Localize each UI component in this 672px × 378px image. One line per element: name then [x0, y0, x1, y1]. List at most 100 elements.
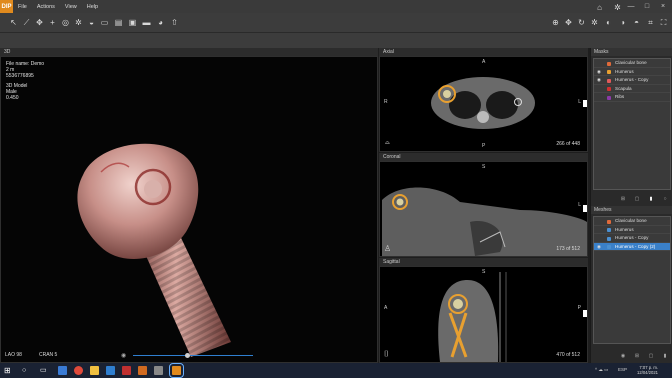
image-icon[interactable]: ▣	[127, 17, 138, 28]
square-icon[interactable]: ▭	[99, 17, 110, 28]
pan-icon[interactable]: ✥	[563, 17, 574, 28]
tray-icons[interactable]: ^ ☁ ▭	[595, 367, 608, 373]
coronal-side-tab[interactable]	[583, 205, 587, 212]
axial-slice-counter: 266 of 448	[556, 141, 580, 147]
mask-item[interactable]: Ribs	[594, 93, 670, 102]
crosshair-icon[interactable]: +	[47, 17, 58, 28]
dip-app-icon[interactable]	[169, 363, 184, 378]
palette-icon[interactable]: ◕	[155, 17, 166, 28]
color-swatch[interactable]	[607, 70, 611, 74]
window-icon[interactable]: ◓	[631, 17, 642, 28]
color-swatch[interactable]	[607, 245, 611, 249]
mesh-item[interactable]: Humerus - Copy	[594, 234, 670, 243]
file-explorer-icon[interactable]	[90, 366, 99, 375]
mesh-duplicate-button[interactable]: ▢	[647, 353, 655, 360]
gear-icon[interactable]: ✲	[589, 17, 600, 28]
circle-icon[interactable]: ◎	[60, 17, 71, 28]
windows-start-icon[interactable]: ⊞	[4, 366, 13, 375]
meshes-header: Meshes	[591, 206, 672, 214]
upload-icon[interactable]: ⇧	[169, 17, 180, 28]
window-icon[interactable]: ◑	[617, 17, 628, 28]
opacity-slider-track[interactable]	[133, 355, 253, 356]
mesh-item[interactable]: Clavicular bone	[594, 217, 670, 226]
duplicate-mask-button[interactable]: ▢	[633, 196, 641, 203]
clock[interactable]: 7:07 p. m. 12/04/2021	[637, 365, 658, 375]
visibility-icon[interactable]: ◉	[597, 69, 601, 75]
sagittal-side-tab[interactable]	[583, 310, 587, 317]
os-taskbar: ⊞ ○ ▭ ^ ☁ ▭ ESP 7:07 p. m. 12/04/2021	[0, 363, 672, 378]
coronal-view[interactable]: S L ♙ 173 of 512	[379, 161, 588, 257]
mesh-item[interactable]: ◉ Humerus - Copy (2)	[594, 242, 670, 251]
color-swatch[interactable]	[607, 236, 611, 241]
task-view-icon[interactable]: ▭	[40, 366, 49, 375]
measure-icon[interactable]: ⟋	[21, 17, 32, 28]
mask-item[interactable]: Clavicular bone	[594, 59, 670, 68]
color-swatch[interactable]	[607, 219, 611, 224]
color-swatch[interactable]	[607, 61, 611, 66]
axial-scan	[431, 77, 535, 129]
mask-label: Ribs	[615, 94, 625, 99]
mask-item[interactable]: ◉ Humerus	[594, 68, 670, 76]
film-icon[interactable]: ▤	[113, 17, 124, 28]
menu-help[interactable]: Help	[82, 4, 103, 10]
edge-icon[interactable]	[106, 366, 115, 375]
color-swatch[interactable]	[607, 87, 611, 91]
close-button[interactable]: ×	[656, 0, 670, 13]
pointer-icon[interactable]: ↖	[8, 17, 19, 28]
taskbar-app-icon[interactable]	[122, 366, 131, 375]
home-icon[interactable]: ⌂	[594, 2, 605, 13]
language-indicator[interactable]: ESP	[618, 367, 627, 372]
eye-icon: ◉	[121, 353, 127, 359]
axial-side-tab[interactable]	[583, 100, 587, 107]
opacity-slider-knob[interactable]	[184, 353, 190, 358]
coronal-scan	[382, 187, 587, 256]
gear-icon[interactable]: ✲	[612, 2, 623, 13]
body-figure-icon: ♙	[384, 244, 392, 253]
minimize-button[interactable]: —	[624, 0, 638, 13]
menu-bar: DIP File Actions View Help — □ ×	[0, 0, 672, 13]
fullscreen-icon[interactable]: ⛶	[658, 17, 669, 28]
rotate-icon[interactable]: ↻	[576, 17, 587, 28]
humerus-3d-model	[77, 143, 231, 357]
taskbar-app-icon[interactable]	[58, 366, 67, 375]
mask-item[interactable]: Scapula	[594, 85, 670, 93]
mask-options-button[interactable]: ○	[661, 196, 669, 203]
mesh-item[interactable]: Humerus	[594, 226, 670, 234]
color-swatch[interactable]	[607, 95, 611, 100]
mask-label: Scapula	[615, 85, 632, 91]
sagittal-scan	[438, 272, 507, 362]
color-swatch[interactable]	[607, 228, 611, 232]
taskbar-app-icon[interactable]	[138, 366, 147, 375]
color-swatch[interactable]	[607, 78, 611, 83]
move-icon[interactable]: ✥	[34, 17, 45, 28]
menu-actions[interactable]: Actions	[32, 4, 60, 10]
car-icon[interactable]: ◒	[86, 17, 97, 28]
menu-file[interactable]: File	[13, 4, 32, 10]
body-side-icon: ⌷	[384, 349, 389, 358]
mesh-export-button[interactable]: ⊞	[633, 353, 641, 360]
mesh-visibility-button[interactable]: ◉	[619, 353, 627, 360]
save-icon[interactable]: ▬	[141, 17, 152, 28]
maximize-button[interactable]: □	[640, 0, 654, 13]
menu-view[interactable]: View	[60, 4, 82, 10]
mask-label: Humerus - Copy	[615, 77, 649, 82]
crop-icon[interactable]: ⌗	[645, 17, 656, 28]
mesh-delete-button[interactable]: ▮	[661, 353, 669, 360]
delete-mask-button[interactable]: ▮	[647, 196, 655, 203]
visibility-icon[interactable]: ◉	[597, 244, 601, 250]
add-mask-button[interactable]: ⊞	[619, 196, 627, 203]
mesh-label: Clavicular bone	[615, 218, 647, 223]
orientation-lao: LAO 98	[5, 352, 22, 358]
search-icon[interactable]: ○	[22, 366, 31, 375]
chrome-icon[interactable]	[74, 366, 83, 375]
visibility-icon[interactable]: ◉	[597, 77, 601, 83]
contrast-icon[interactable]: ◐	[603, 17, 614, 28]
gear-icon[interactable]: ✲	[73, 17, 84, 28]
zoom-icon[interactable]: ⊕	[550, 17, 561, 28]
view3d-viewport[interactable]: File name: Demo 2 m 5536776895 3D Model …	[0, 56, 378, 363]
sagittal-view[interactable]: S A P ⌷ 470 of 512	[379, 266, 588, 363]
axial-view[interactable]: A R L P ⌓ 266 of 448	[379, 56, 588, 152]
taskbar-app-icon[interactable]	[154, 366, 163, 375]
meshes-list: Clavicular bone Humerus Humerus - Copy ◉…	[593, 216, 671, 344]
mask-item[interactable]: ◉ Humerus - Copy	[594, 76, 670, 85]
